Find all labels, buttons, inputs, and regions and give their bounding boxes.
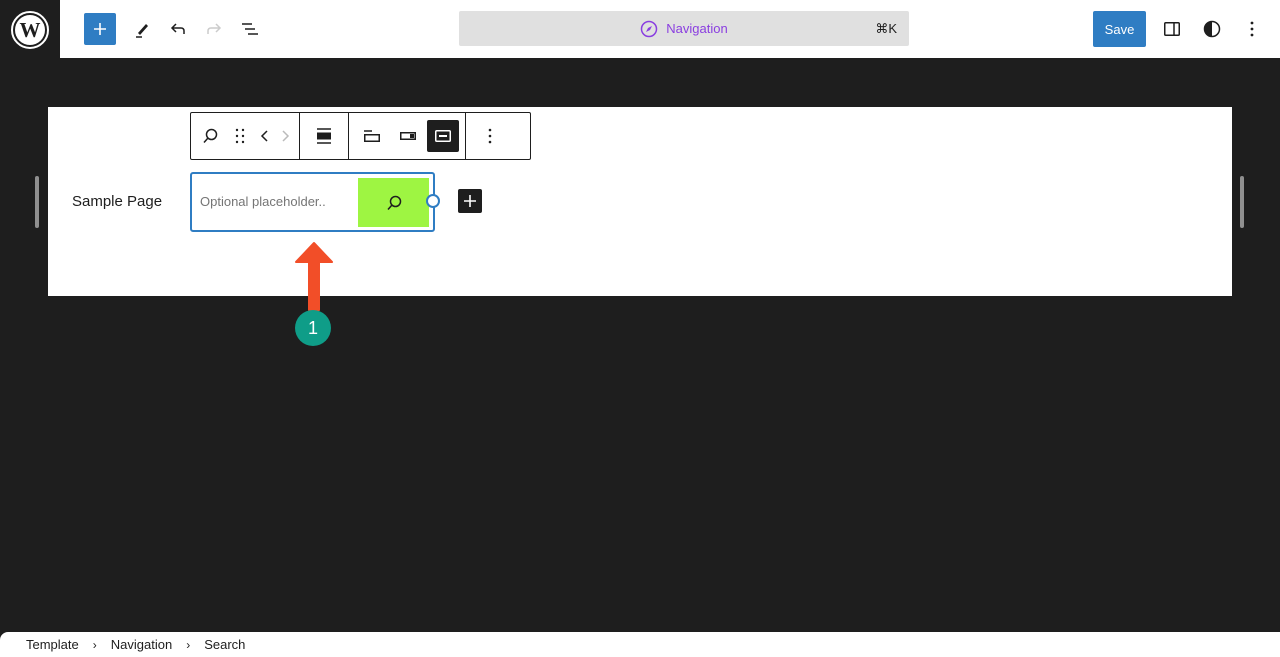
button-inside-icon [400, 132, 416, 140]
block-inserter-button[interactable] [458, 189, 482, 213]
svg-text:W: W [20, 18, 41, 42]
annotation-arrow-icon [295, 242, 333, 311]
list-view-icon [242, 23, 258, 35]
undo-button[interactable] [162, 13, 194, 45]
styles-button[interactable] [1196, 13, 1228, 45]
canvas-resize-handle-right[interactable] [1240, 176, 1244, 228]
search-block-icon [203, 128, 218, 143]
drag-handle[interactable] [225, 119, 255, 153]
plus-icon [464, 195, 476, 207]
drag-handle-icon [235, 128, 245, 144]
redo-icon [207, 23, 222, 34]
search-block[interactable] [190, 172, 435, 232]
breadcrumb-template[interactable]: Template [26, 637, 79, 652]
search-icon [386, 195, 401, 210]
button-outside-button[interactable] [355, 119, 389, 153]
block-type-button[interactable] [195, 119, 225, 153]
styles-contrast-icon [1203, 20, 1221, 38]
button-only-button[interactable] [427, 120, 459, 152]
move-right-icon [282, 130, 290, 142]
tools-button[interactable] [126, 13, 158, 45]
add-block-button[interactable] [84, 13, 116, 45]
justify-button[interactable] [307, 119, 341, 153]
search-width-resize-handle[interactable] [426, 194, 440, 208]
command-palette-button[interactable]: Navigation ⌘K [459, 11, 909, 46]
breadcrumb-search[interactable]: Search [204, 637, 245, 652]
move-right-button[interactable] [275, 119, 295, 153]
more-options-button[interactable] [473, 119, 507, 153]
pencil-icon [136, 24, 148, 38]
justify-icon [317, 128, 331, 144]
move-left-icon [260, 130, 268, 142]
plus-icon [94, 23, 106, 35]
search-input[interactable] [200, 194, 350, 209]
block-toolbar [190, 112, 531, 160]
command-label: Navigation [666, 21, 728, 36]
breadcrumb-navigation[interactable]: Navigation [111, 637, 172, 652]
wordpress-icon: W [11, 10, 49, 49]
compass-icon [641, 20, 658, 37]
toolbar-group-options [466, 113, 514, 159]
redo-button[interactable] [198, 13, 230, 45]
toolbar-group-button-position [349, 113, 466, 159]
top-toolbar: W Navigation ⌘K Save [0, 0, 1280, 59]
options-button[interactable] [1236, 13, 1268, 45]
undo-icon [170, 23, 185, 34]
button-outside-icon [364, 130, 380, 142]
keyboard-shortcut: ⌘K [875, 21, 897, 36]
chevron-right-icon: › [92, 637, 97, 652]
move-left-button[interactable] [255, 119, 275, 153]
nav-item-sample-page[interactable]: Sample Page [72, 193, 162, 210]
more-options-icon [488, 128, 492, 144]
toolbar-group-justify [300, 113, 349, 159]
breadcrumb: Template › Navigation › Search [0, 632, 1280, 657]
annotation-badge: 1 [295, 310, 331, 346]
settings-sidebar-icon [1164, 22, 1180, 36]
search-submit-button[interactable] [358, 178, 429, 227]
button-inside-button[interactable] [391, 119, 425, 153]
toolbar-group-block [191, 113, 300, 159]
canvas-resize-handle-left[interactable] [35, 176, 39, 228]
chevron-right-icon: › [186, 637, 191, 652]
button-only-icon [435, 130, 451, 142]
document-overview-button[interactable] [234, 13, 266, 45]
options-more-icon [1250, 21, 1254, 37]
wordpress-logo[interactable]: W [0, 0, 60, 59]
settings-button[interactable] [1156, 13, 1188, 45]
save-button[interactable]: Save [1093, 11, 1146, 47]
